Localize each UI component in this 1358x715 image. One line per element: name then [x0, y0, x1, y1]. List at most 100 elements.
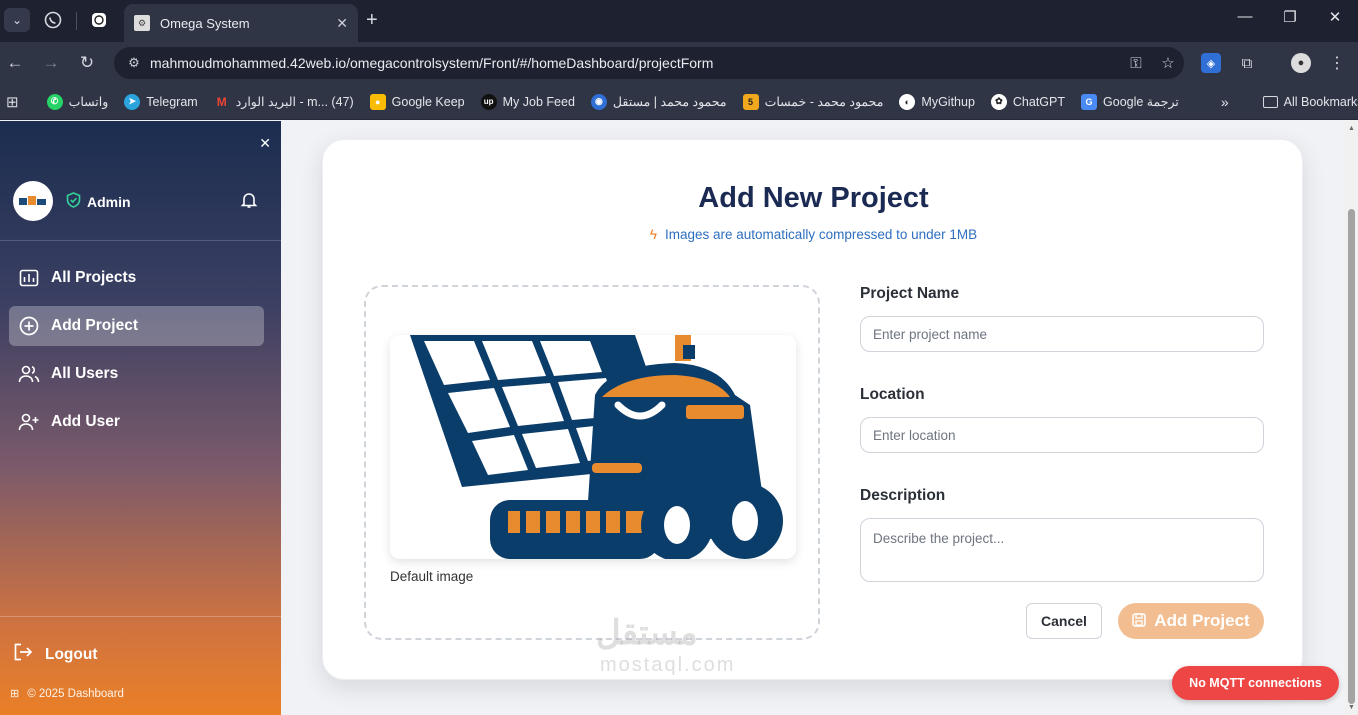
bookmark-item[interactable]: ◐ MyGithup	[899, 93, 975, 110]
whatsapp-icon: ✆	[46, 93, 63, 110]
bookmark-item[interactable]: ➤ Telegram	[124, 93, 198, 110]
maximize-icon[interactable]: ❐	[1275, 8, 1305, 26]
chatgpt-icon	[92, 13, 106, 27]
url-text: mahmoudmohammed.42web.io/omegacontrolsys…	[150, 55, 714, 71]
browser-toolbar: ← → ↻ ⚙ mahmoudmohammed.42web.io/omegaco…	[0, 42, 1358, 84]
sidebar-item-label: Add User	[51, 413, 120, 430]
page-scrollbar[interactable]: ▲ ▼	[1345, 121, 1358, 715]
add-circle-icon	[18, 315, 40, 337]
minimize-icon[interactable]: —	[1230, 8, 1260, 25]
logout-label: Logout	[45, 645, 98, 663]
location-label: Location	[860, 386, 925, 403]
scroll-up-icon[interactable]: ▲	[1348, 125, 1355, 132]
user-role: Admin	[66, 192, 131, 211]
mostaql-icon: ◉	[590, 93, 607, 110]
puzzle-icon[interactable]: ⧉	[1237, 53, 1257, 73]
key-icon[interactable]: ⚿	[1120, 55, 1152, 72]
sidebar-item-label: Add Project	[51, 317, 138, 334]
scroll-thumb[interactable]	[1348, 209, 1355, 704]
projects-icon	[18, 267, 40, 289]
sidebar: ✕ Admin All Projects Add Project All Use…	[0, 121, 281, 715]
bookmark-item[interactable]: M البريد الوارد - m... (47)	[214, 94, 354, 110]
project-form-card: Add New Project ϟ Images are automaticall…	[322, 139, 1303, 680]
tab-search-button[interactable]: ⌄	[4, 8, 30, 32]
apps-grid-icon[interactable]: ⊞	[6, 93, 19, 111]
back-icon[interactable]: ←	[4, 52, 26, 74]
bell-icon[interactable]	[240, 191, 258, 214]
sidebar-divider	[0, 616, 281, 617]
more-bookmarks-icon[interactable]: »	[1221, 94, 1229, 110]
avatar[interactable]	[13, 181, 53, 221]
translate-icon: G	[1081, 93, 1098, 110]
project-name-label: Project Name	[860, 285, 960, 302]
tab-omega-system[interactable]: ⚙ Omega System ✕	[124, 4, 358, 42]
sidebar-item-label: All Users	[51, 365, 119, 382]
project-form: Project Name Location Description	[860, 285, 1264, 587]
bookmark-item[interactable]: 5 محمود محمد - خمسات	[742, 93, 883, 110]
users-icon	[18, 363, 40, 385]
pinned-tab-whatsapp[interactable]	[42, 9, 64, 31]
sidebar-nav: All Projects Add Project All Users Add U…	[9, 258, 264, 450]
scroll-down-icon[interactable]: ▼	[1348, 704, 1355, 711]
new-tab-button[interactable]: +	[366, 8, 378, 32]
cancel-button[interactable]: Cancel	[1026, 603, 1102, 639]
site-info-icon[interactable]: ⚙	[118, 55, 150, 71]
solar-robot-illustration	[410, 335, 783, 559]
logout-icon	[13, 643, 33, 666]
logout-button[interactable]: Logout	[13, 643, 98, 666]
sidebar-footer: ⊞ © 2025 Dashboard	[10, 687, 124, 701]
bookmark-item[interactable]: G Google ترجمة	[1081, 93, 1179, 110]
forward-icon[interactable]: →	[40, 52, 62, 74]
mqtt-status-toast[interactable]: No MQTT connections	[1172, 666, 1339, 700]
tab-separator	[76, 12, 77, 30]
tab-title: Omega System	[160, 15, 250, 31]
role-label: Admin	[87, 193, 131, 210]
image-caption: Default image	[390, 569, 474, 584]
close-window-icon[interactable]: ✕	[1320, 8, 1350, 26]
chatgpt-icon: ✿	[990, 93, 1007, 110]
bookmark-item[interactable]: ◉ محمود محمد | مستقل	[590, 93, 727, 110]
description-textarea[interactable]	[860, 518, 1264, 582]
whatsapp-icon	[44, 11, 62, 29]
project-image-preview	[390, 335, 796, 559]
khamsat-icon: 5	[742, 93, 759, 110]
sidebar-item-all-users[interactable]: All Users	[9, 354, 264, 394]
close-sidebar-icon[interactable]: ✕	[259, 135, 271, 152]
sidebar-item-add-project[interactable]: Add Project	[9, 306, 264, 346]
close-tab-icon[interactable]: ✕	[336, 15, 348, 32]
telegram-icon: ➤	[124, 93, 141, 110]
browser-tab-strip: ⌄ ⚙ Omega System ✕ + — ❐ ✕	[0, 0, 1358, 42]
page-title: Add New Project	[698, 182, 929, 214]
folder-icon	[1262, 95, 1278, 108]
pinned-tab-chatgpt[interactable]	[88, 9, 110, 31]
image-dropzone[interactable]: Default image	[364, 285, 820, 640]
bookmark-star-icon[interactable]: ☆	[1152, 54, 1184, 72]
save-icon	[1132, 612, 1147, 630]
footer-text: © 2025 Dashboard	[27, 687, 124, 700]
logo-icon	[19, 196, 46, 205]
bookmarks-bar: ⊞ ✆ واتساب ➤ Telegram M البريد الوارد - m..…	[0, 84, 1358, 120]
shield-check-icon	[66, 192, 81, 211]
bookmark-item[interactable]: ✆ واتساب	[46, 93, 108, 110]
reload-icon[interactable]: ↻	[76, 52, 98, 74]
bookmark-item[interactable]: up My Job Feed	[480, 93, 575, 110]
location-input[interactable]	[860, 417, 1264, 453]
all-bookmarks[interactable]: All Bookmarks	[1262, 95, 1358, 109]
bookmark-item[interactable]: ✿ ChatGPT	[990, 93, 1065, 110]
add-project-button[interactable]: Add Project	[1118, 603, 1264, 639]
upwork-icon: up	[480, 93, 497, 110]
profile-avatar[interactable]: ●	[1291, 53, 1311, 73]
sidebar-divider	[0, 240, 281, 241]
menu-kebab-icon[interactable]: ⋮	[1327, 53, 1347, 73]
sidebar-item-label: All Projects	[51, 269, 137, 286]
sidebar-item-all-projects[interactable]: All Projects	[9, 258, 264, 298]
extension-icon[interactable]: ◈	[1201, 53, 1221, 73]
sidebar-item-add-user[interactable]: Add User	[9, 402, 264, 442]
lightning-icon: ϟ	[649, 227, 657, 242]
dashboard-grid-icon: ⊞	[10, 688, 20, 700]
bookmark-item[interactable]: ● Google Keep	[369, 93, 465, 110]
keep-icon: ●	[369, 93, 386, 110]
address-bar[interactable]: ⚙ mahmoudmohammed.42web.io/omegacontrols…	[114, 47, 1184, 79]
gmail-icon: M	[216, 94, 227, 109]
project-name-input[interactable]	[860, 316, 1264, 352]
